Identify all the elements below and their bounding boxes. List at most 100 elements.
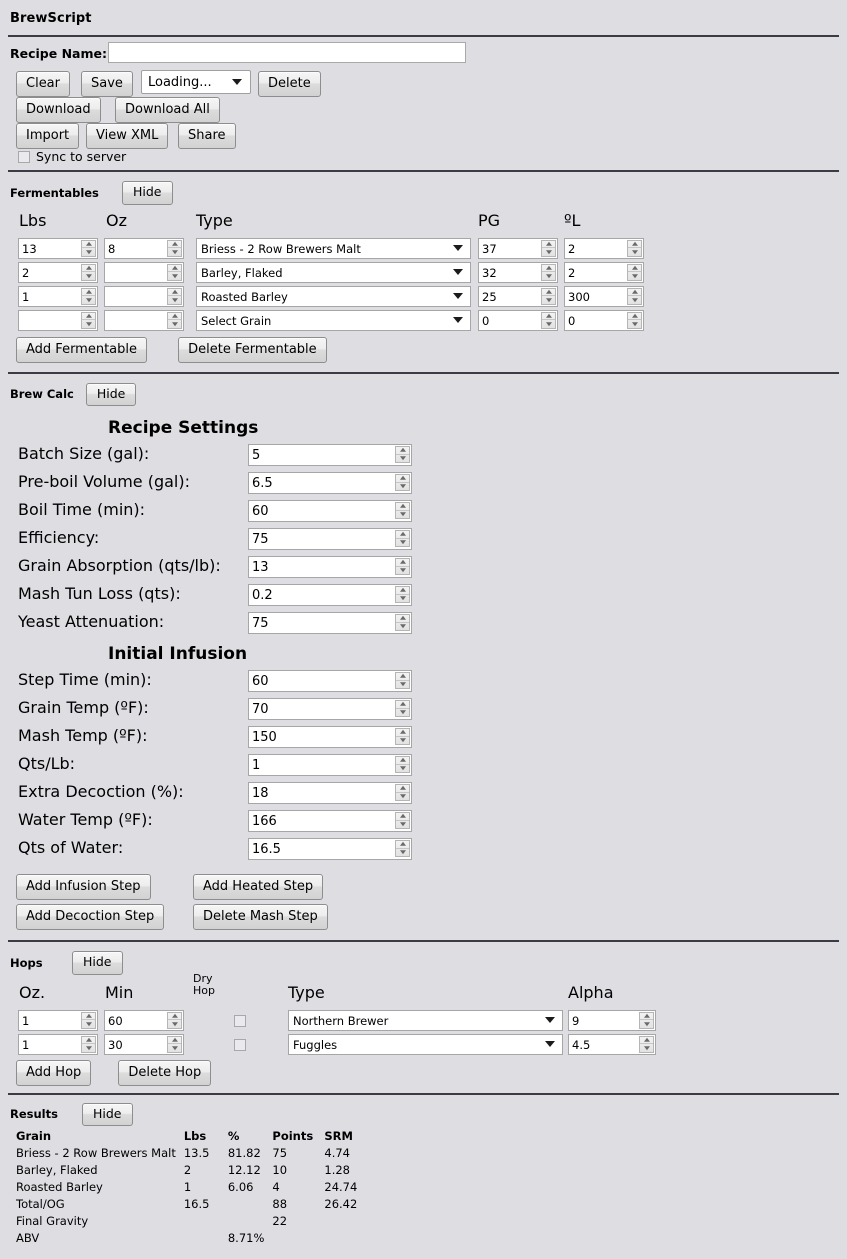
spinbox[interactable]: 2 [564, 261, 644, 283]
spinner-up-icon[interactable] [168, 1037, 181, 1044]
spinner-down-icon[interactable] [168, 248, 181, 256]
spinner-arrows-icon[interactable] [167, 287, 182, 305]
spinner-down-icon[interactable] [82, 296, 95, 304]
spinner-down-icon[interactable] [628, 320, 641, 328]
initial-infusion-spinbox[interactable]: 166 [248, 810, 412, 832]
spinner-arrows-icon[interactable] [167, 1011, 182, 1029]
spinbox[interactable]: 1 [18, 285, 98, 307]
spinner-down-icon[interactable] [396, 567, 409, 575]
add-decoction-step-button[interactable]: Add Decoction Step [16, 904, 165, 930]
spinner-up-icon[interactable] [82, 265, 95, 272]
spinner-up-icon[interactable] [542, 313, 555, 320]
download-button[interactable]: Download [16, 97, 101, 123]
spinbox[interactable]: 0 [564, 309, 644, 331]
spinner-up-icon[interactable] [640, 1037, 653, 1044]
spinbox[interactable]: 9 [568, 1009, 656, 1031]
spinner-arrows-icon[interactable] [395, 756, 410, 773]
spinner-up-icon[interactable] [396, 559, 409, 567]
spinner-up-icon[interactable] [628, 313, 641, 320]
spinbox[interactable]: 8 [104, 237, 184, 259]
view-xml-button[interactable]: View XML [86, 123, 169, 149]
share-button[interactable]: Share [178, 123, 236, 149]
spinner-down-icon[interactable] [82, 320, 95, 328]
spinner-up-icon[interactable] [628, 265, 641, 272]
spinbox[interactable]: 25 [478, 285, 558, 307]
spinner-down-icon[interactable] [640, 1044, 653, 1052]
spinner-arrows-icon[interactable] [639, 1011, 654, 1029]
spinner-up-icon[interactable] [396, 475, 409, 483]
spinner-arrows-icon[interactable] [395, 558, 410, 575]
save-button[interactable]: Save [81, 71, 133, 97]
spinner-down-icon[interactable] [396, 849, 409, 857]
spinner-up-icon[interactable] [168, 313, 181, 320]
initial-infusion-spinbox[interactable]: 60 [248, 670, 412, 692]
spinner-down-icon[interactable] [168, 320, 181, 328]
spinner-arrows-icon[interactable] [639, 1035, 654, 1053]
spinbox[interactable] [104, 285, 184, 307]
delete-mash-step-button[interactable]: Delete Mash Step [193, 904, 328, 930]
spinner-down-icon[interactable] [396, 511, 409, 519]
recipe-setting-spinbox[interactable]: 6.5 [248, 472, 412, 494]
spinbox[interactable]: 60 [104, 1009, 184, 1031]
spinner-arrows-icon[interactable] [167, 263, 182, 281]
spinner-arrows-icon[interactable] [627, 263, 642, 281]
spinner-down-icon[interactable] [628, 296, 641, 304]
spinner-arrows-icon[interactable] [627, 311, 642, 329]
spinner-down-icon[interactable] [168, 296, 181, 304]
add-fermentable-button[interactable]: Add Fermentable [16, 336, 148, 363]
spinner-up-icon[interactable] [396, 757, 409, 765]
spinner-arrows-icon[interactable] [541, 239, 556, 257]
spinner-up-icon[interactable] [168, 1013, 181, 1020]
spinner-arrows-icon[interactable] [395, 700, 410, 717]
spinner-arrows-icon[interactable] [541, 287, 556, 305]
spinner-up-icon[interactable] [628, 289, 641, 296]
delete-hop-button[interactable]: Delete Hop [118, 1059, 212, 1086]
spinner-arrows-icon[interactable] [167, 311, 182, 329]
select-box[interactable]: Barley, Flaked [196, 261, 471, 283]
spinner-up-icon[interactable] [396, 701, 409, 709]
spinner-up-icon[interactable] [396, 785, 409, 793]
spinner-down-icon[interactable] [396, 737, 409, 745]
spinner-down-icon[interactable] [82, 272, 95, 280]
spinbox[interactable]: 0 [478, 309, 558, 331]
initial-infusion-spinbox[interactable]: 150 [248, 726, 412, 748]
spinner-down-icon[interactable] [542, 296, 555, 304]
spinner-arrows-icon[interactable] [395, 474, 410, 491]
spinner-arrows-icon[interactable] [395, 784, 410, 801]
spinbox[interactable]: 2 [18, 261, 98, 283]
spinner-arrows-icon[interactable] [395, 502, 410, 519]
spinner-arrows-icon[interactable] [541, 263, 556, 281]
spinner-down-icon[interactable] [542, 320, 555, 328]
spinner-arrows-icon[interactable] [81, 311, 96, 329]
spinner-down-icon[interactable] [640, 1020, 653, 1028]
recipe-setting-spinbox[interactable]: 60 [248, 500, 412, 522]
spinbox[interactable]: 1 [18, 1009, 98, 1031]
spinner-arrows-icon[interactable] [395, 812, 410, 829]
spinbox[interactable]: 32 [478, 261, 558, 283]
spinbox[interactable] [104, 261, 184, 283]
spinner-down-icon[interactable] [396, 623, 409, 631]
spinner-up-icon[interactable] [168, 241, 181, 248]
spinner-up-icon[interactable] [396, 503, 409, 511]
recipe-setting-spinbox[interactable]: 75 [248, 612, 412, 634]
spinner-down-icon[interactable] [628, 248, 641, 256]
spinbox[interactable]: 2 [564, 237, 644, 259]
spinner-down-icon[interactable] [542, 248, 555, 256]
spinner-arrows-icon[interactable] [395, 614, 410, 631]
spinbox[interactable] [18, 309, 98, 331]
results-hide-button[interactable]: Hide [82, 1102, 133, 1126]
dry-hop-checkbox[interactable] [234, 1014, 246, 1027]
spinner-down-icon[interactable] [396, 821, 409, 829]
spinner-arrows-icon[interactable] [395, 672, 410, 689]
spinbox[interactable]: 37 [478, 237, 558, 259]
spinner-arrows-icon[interactable] [81, 263, 96, 281]
spinner-up-icon[interactable] [396, 447, 409, 455]
spinner-arrows-icon[interactable] [627, 287, 642, 305]
initial-infusion-spinbox[interactable]: 70 [248, 698, 412, 720]
spinner-down-icon[interactable] [396, 709, 409, 717]
spinner-up-icon[interactable] [396, 813, 409, 821]
spinner-up-icon[interactable] [542, 289, 555, 296]
spinner-up-icon[interactable] [82, 1013, 95, 1020]
select-box[interactable]: Fuggles [288, 1033, 563, 1055]
spinner-up-icon[interactable] [396, 673, 409, 681]
